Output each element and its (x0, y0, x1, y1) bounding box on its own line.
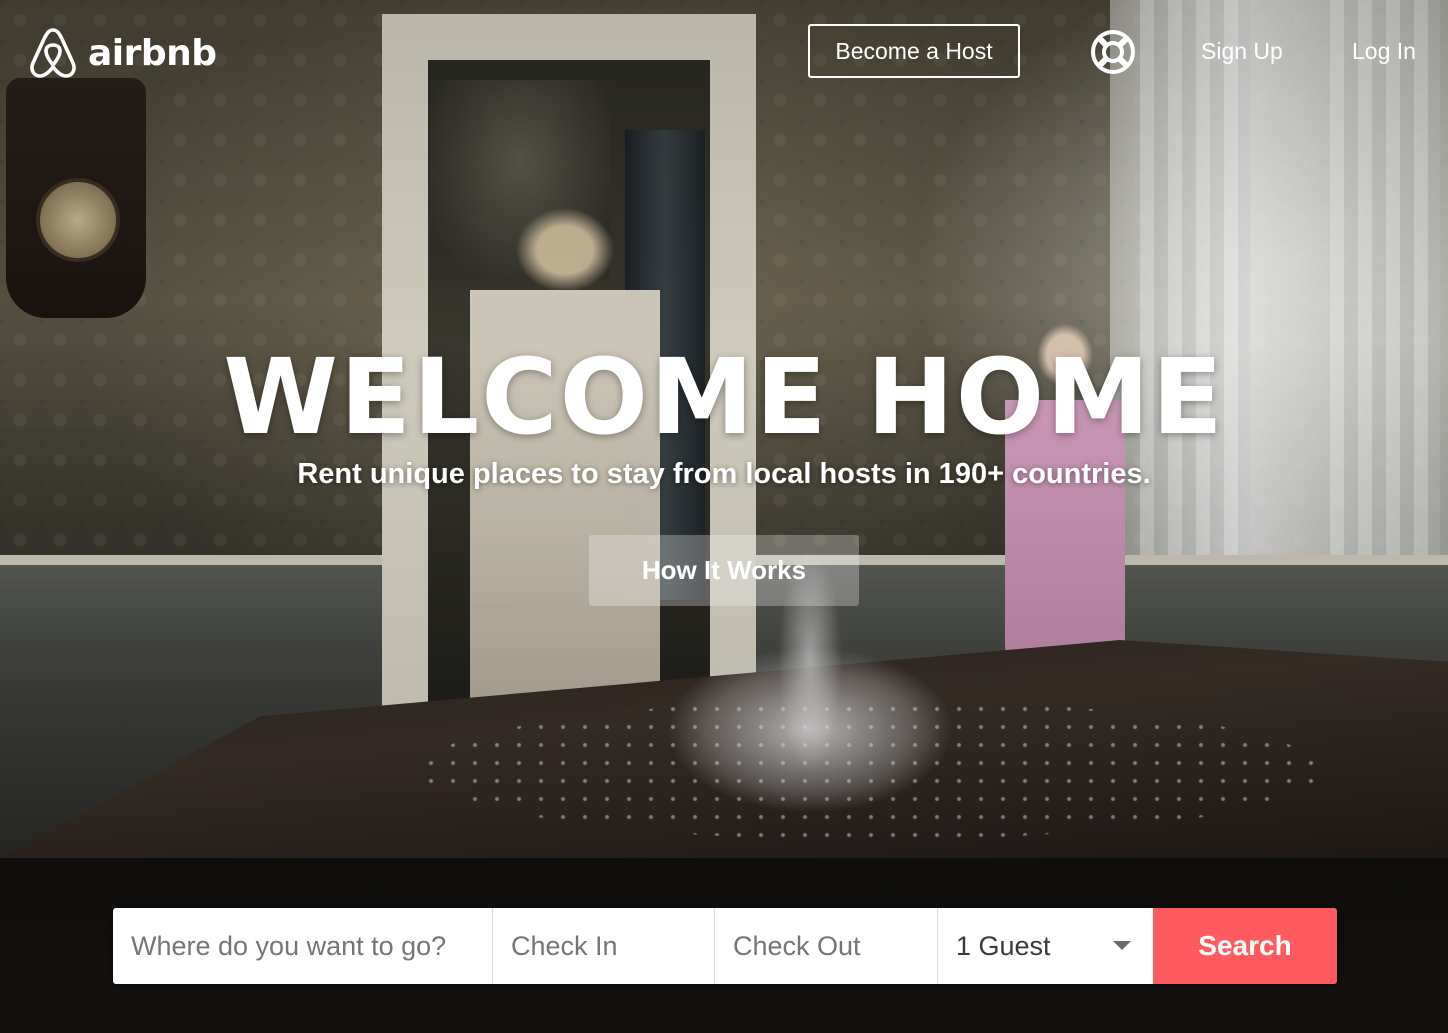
airbnb-logo-link[interactable]: airbnb (28, 26, 217, 80)
top-navigation: airbnb Become a Host Sign Up Log In (0, 0, 1448, 104)
search-button[interactable]: Search (1153, 908, 1337, 984)
check-out-input[interactable] (715, 908, 938, 984)
airbnb-belo-icon (30, 28, 76, 78)
search-form: 1 Guest Search (113, 908, 1337, 984)
check-in-input[interactable] (493, 908, 715, 984)
sign-up-link[interactable]: Sign Up (1201, 38, 1283, 65)
location-input[interactable] (113, 908, 493, 984)
hero-title: WELCOME HOME (223, 336, 1225, 458)
chevron-down-icon (1113, 941, 1131, 950)
guests-value: 1 Guest (956, 930, 1051, 961)
guests-select[interactable]: 1 Guest (938, 908, 1153, 984)
logo-wordmark: airbnb (88, 32, 217, 74)
become-host-button[interactable]: Become a Host (808, 24, 1020, 78)
how-it-works-button[interactable]: How It Works (589, 535, 859, 606)
lifebuoy-icon[interactable] (1089, 28, 1137, 76)
log-in-link[interactable]: Log In (1352, 38, 1416, 65)
hero-subtitle: Rent unique places to stay from local ho… (297, 458, 1151, 490)
